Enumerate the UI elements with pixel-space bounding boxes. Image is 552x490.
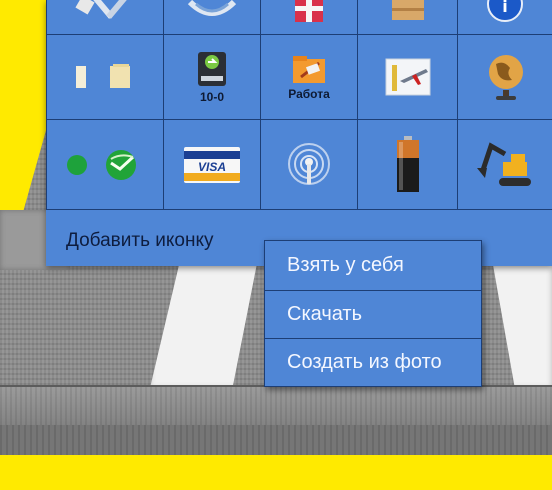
icon-grid: i 10-0 Работа VISA xyxy=(46,0,552,210)
svg-text:VISA: VISA xyxy=(198,160,226,174)
work-folder-icon xyxy=(293,56,325,83)
grid-cell-battery[interactable] xyxy=(357,119,458,210)
globe-icon xyxy=(489,55,523,100)
battery-icon xyxy=(396,135,419,192)
grid-cell-sberbank[interactable] xyxy=(46,119,164,210)
disc-icon xyxy=(187,0,237,16)
context-menu: Взять у себя Скачать Создать из фото xyxy=(264,240,482,387)
grid-cell-backup-drive[interactable]: 10-0 xyxy=(163,34,261,120)
grid-cell-flight[interactable] xyxy=(357,34,458,120)
grid-cell-documents[interactable] xyxy=(46,34,164,120)
grid-cell-disc[interactable] xyxy=(163,0,261,35)
wifi-antenna-icon xyxy=(288,142,330,185)
icon-panel: i 10-0 Работа VISA Добавить иконку xyxy=(46,0,552,266)
menu-item-take-from-device[interactable]: Взять у себя xyxy=(265,241,481,291)
backup-drive-label: 10-0 xyxy=(199,90,225,104)
backup-drive-icon xyxy=(198,52,226,86)
yellow-background-bottom xyxy=(0,455,552,490)
gift-icon xyxy=(295,0,323,22)
tools-icon xyxy=(75,0,128,19)
sberbank-icon xyxy=(67,149,136,180)
grid-cell-visa[interactable]: VISA xyxy=(163,119,261,210)
grid-cell-info[interactable]: i xyxy=(457,0,552,35)
add-icon-button[interactable]: Добавить иконку xyxy=(66,230,213,252)
svg-text:i: i xyxy=(502,0,507,16)
work-folder-label: Работа xyxy=(288,87,330,101)
box-icon xyxy=(391,0,424,20)
grid-cell-gift[interactable] xyxy=(260,0,358,35)
grid-cell-work-folder[interactable]: Работа xyxy=(260,34,358,120)
menu-item-download[interactable]: Скачать xyxy=(265,291,481,339)
grid-cell-box[interactable] xyxy=(357,0,458,35)
visa-card-icon: VISA xyxy=(184,146,240,183)
flight-icon xyxy=(385,58,430,96)
grid-cell-tools[interactable] xyxy=(46,0,164,35)
grid-cell-excavator[interactable] xyxy=(457,119,552,210)
grid-cell-wifi-antenna[interactable] xyxy=(260,119,358,210)
info-icon: i xyxy=(487,0,523,22)
excavator-icon xyxy=(477,141,531,186)
menu-item-create-from-photo[interactable]: Создать из фото xyxy=(265,339,481,386)
documents-icon xyxy=(76,64,130,88)
curb-shadow xyxy=(0,425,552,455)
grid-cell-globe[interactable] xyxy=(457,34,552,120)
